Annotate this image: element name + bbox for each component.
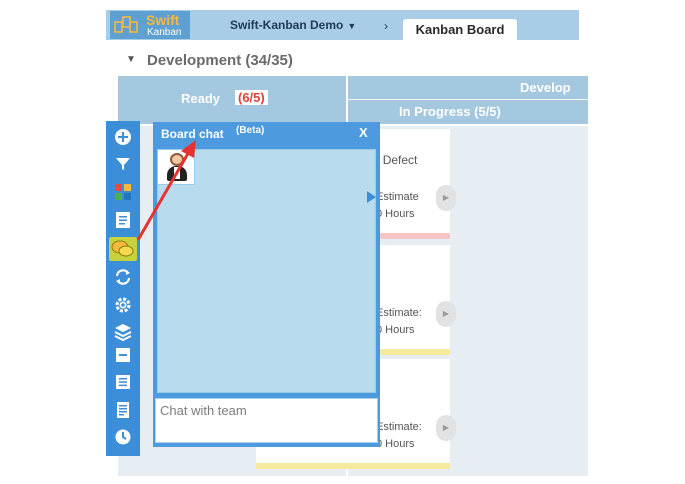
card-expand-icon[interactable]: ▶ [436,415,456,441]
chevron-down-icon: ▼ [347,21,357,31]
layers-icon[interactable] [113,322,133,342]
color-legend-icon[interactable] [113,182,133,202]
kanban-board-screen: Swift Kanban Swift-Kanban Demo ▼ › Kanban… [0,0,685,484]
list-icon[interactable] [113,372,133,392]
board-selector-dropdown[interactable]: Swift-Kanban Demo ▼ [230,18,356,32]
filter-icon[interactable] [113,154,133,174]
column-title-in-progress: In Progress (5/5) [399,104,501,119]
document-icon[interactable] [113,400,133,420]
add-icon[interactable] [113,127,133,147]
collapse-caret-icon[interactable]: ▼ [126,54,136,65]
card-expand-icon[interactable]: ▶ [436,185,456,211]
logo-kanban-text: Kanban [147,27,182,38]
estimate-label: Estimate [376,191,419,203]
board-toolbar [106,121,140,456]
estimate-label: Estimate: [376,421,422,433]
board-chat-panel: Board chat (Beta) X [153,122,380,447]
chat-icon[interactable] [109,237,137,261]
estimate-label: Estimate: [376,307,422,319]
card-color-stripe [256,463,450,469]
estimate-value: 0 Hours [376,208,415,220]
chat-title: Board chat [161,127,224,141]
chat-header[interactable]: Board chat (Beta) X [153,122,380,146]
card-expand-icon[interactable]: ▶ [436,301,456,327]
chat-message-area[interactable] [157,149,376,393]
wip-count-badge: (6/5) [235,90,268,105]
column-header-ready[interactable]: Ready (6/5) [118,76,346,124]
column-header-development[interactable]: Develop [348,76,588,99]
settings-icon[interactable] [113,295,133,315]
clock-icon[interactable] [113,427,133,447]
tab-kanban-board[interactable]: Kanban Board [403,19,517,41]
top-bar: Swift Kanban Swift-Kanban Demo ▼ › Kanban… [106,10,579,41]
logo-icon [114,16,138,33]
refresh-icon[interactable] [113,267,133,287]
column-title-ready: Ready [181,91,221,106]
online-user-avatar[interactable] [157,149,195,185]
swimlane-title: Development (34/35) [147,52,293,69]
board-name: Swift-Kanban Demo [230,18,344,32]
column-title-development: Develop [520,80,571,95]
estimate-value: 0 Hours [376,438,415,450]
notes-icon[interactable] [113,210,133,230]
swimlane-header[interactable]: ▼ Development (34/35) [118,50,588,74]
beta-label: (Beta) [236,125,265,136]
logo-swift-text: Swift [146,12,180,28]
column-header-in-progress[interactable]: In Progress (5/5) [348,100,588,124]
breadcrumb-separator: › [384,19,388,33]
collapse-icon[interactable] [113,345,133,365]
close-button[interactable]: X [359,125,368,140]
estimate-value: 0 Hours [376,324,415,336]
avatar [163,153,191,183]
app-logo[interactable]: Swift Kanban [110,11,190,39]
expand-users-icon[interactable] [367,191,376,203]
chat-input[interactable] [155,398,378,443]
